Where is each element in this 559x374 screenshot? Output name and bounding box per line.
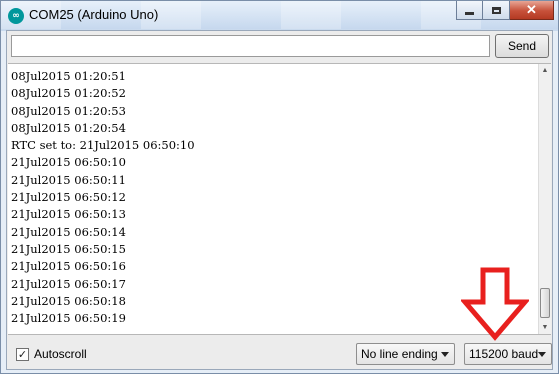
- window-controls: ✕: [456, 1, 554, 21]
- maximize-icon: [491, 6, 501, 14]
- serial-output-line: 08Jul2015 01:20:51: [11, 69, 126, 83]
- bottom-bar: ✓ Autoscroll No line ending 115200 baud: [7, 337, 552, 369]
- baud-rate-select[interactable]: 115200 baud: [464, 343, 552, 365]
- serial-output-line: 21Jul2015 06:50:15: [11, 241, 126, 256]
- serial-output-line: 21Jul2015 06:50:10: [11, 155, 126, 170]
- serial-output-line: 21Jul2015 06:50:19: [11, 311, 126, 326]
- serial-output-line: 21Jul2015 06:50:13: [11, 207, 126, 222]
- serial-output-line: 08Jul2015 01:20:54: [11, 120, 126, 135]
- maximize-button[interactable]: [483, 1, 510, 20]
- scroll-up-icon[interactable]: ▲: [539, 64, 551, 77]
- serial-output-line: 08Jul2015 01:20:53: [11, 103, 126, 118]
- serial-output-line: 21Jul2015 06:50:17: [11, 276, 126, 291]
- line-ending-value: No line ending: [361, 347, 438, 361]
- serial-output-line: RTC set to: 21Jul2015 06:50:10: [11, 138, 195, 153]
- serial-output-line: 21Jul2015 06:50:12: [11, 190, 126, 205]
- close-icon: ✕: [526, 2, 537, 17]
- serial-output-line: 21Jul2015 06:50:11: [11, 172, 126, 187]
- scrollbar-thumb[interactable]: [540, 288, 550, 318]
- chevron-down-icon: [538, 352, 546, 357]
- vertical-scrollbar[interactable]: ▲ ▼: [538, 64, 551, 334]
- serial-monitor-window: ∞ COM25 (Arduino Uno) ✕ Send 08Jul2015 0…: [0, 0, 559, 374]
- arduino-logo-icon[interactable]: ∞: [8, 8, 24, 24]
- checkmark-icon: ✓: [17, 347, 28, 361]
- autoscroll-label: Autoscroll: [34, 347, 87, 361]
- scroll-down-icon[interactable]: ▼: [539, 321, 551, 334]
- send-input[interactable]: [11, 35, 490, 57]
- autoscroll-toggle[interactable]: ✓ Autoscroll: [16, 347, 87, 361]
- line-ending-select[interactable]: No line ending: [356, 343, 455, 365]
- send-button[interactable]: Send: [495, 34, 549, 58]
- annotation-arrow-icon: [461, 267, 529, 341]
- window-title: COM25 (Arduino Uno): [29, 7, 159, 22]
- baud-rate-value: 115200 baud: [469, 347, 539, 361]
- close-button[interactable]: ✕: [510, 1, 554, 20]
- serial-output-line: 21Jul2015 06:50:18: [11, 293, 126, 308]
- minimize-button[interactable]: [456, 1, 483, 20]
- serial-output-line: 08Jul2015 01:20:52: [11, 86, 126, 101]
- serial-output-line: 21Jul2015 06:50:16: [11, 259, 126, 274]
- minimize-icon: [465, 12, 474, 15]
- serial-output-line: 21Jul2015 06:50:14: [11, 224, 126, 239]
- title-bar[interactable]: ∞ COM25 (Arduino Uno) ✕: [1, 1, 558, 29]
- serial-output-lines: 08Jul2015 01:20:51 08Jul2015 01:20:52 08Ju…: [11, 68, 195, 327]
- chevron-down-icon: [441, 352, 449, 357]
- autoscroll-checkbox[interactable]: ✓: [16, 347, 29, 361]
